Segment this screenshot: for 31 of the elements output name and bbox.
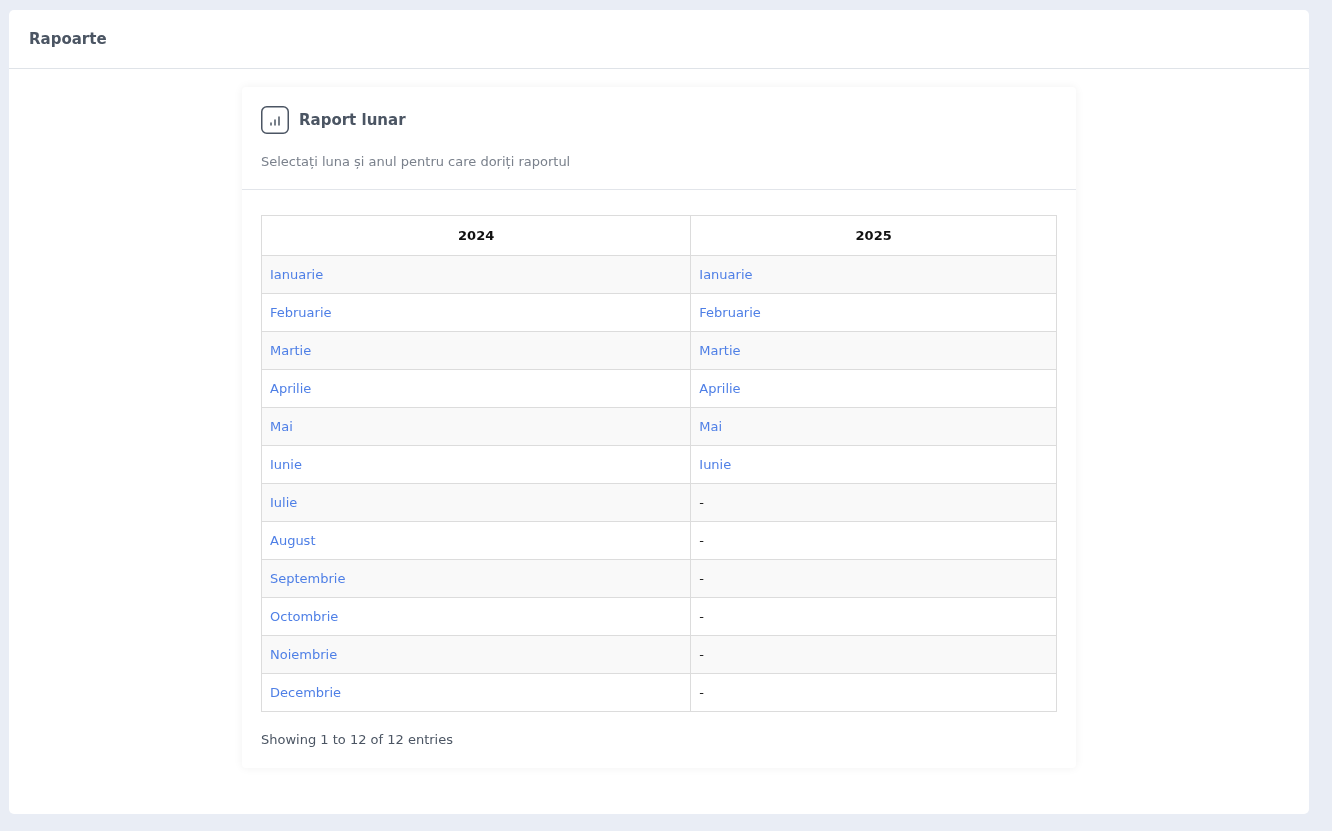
- month-link[interactable]: Aprilie: [699, 381, 741, 396]
- month-link[interactable]: Ianuarie: [699, 267, 753, 282]
- month-link[interactable]: Mai: [270, 419, 293, 434]
- month-link[interactable]: Iulie: [270, 495, 298, 510]
- month-link[interactable]: Februarie: [699, 305, 761, 320]
- month-link[interactable]: August: [270, 533, 316, 548]
- table-info: Showing 1 to 12 of 12 entries: [261, 732, 453, 747]
- month-link[interactable]: Martie: [270, 343, 312, 358]
- month-link[interactable]: Octombrie: [270, 609, 339, 624]
- card-title: Raport lunar: [299, 111, 406, 129]
- table-cell: -: [699, 533, 704, 548]
- month-link[interactable]: Decembrie: [270, 685, 342, 700]
- card-subtitle: Selectați luna și anul pentru care doriți raportul: [261, 153, 572, 171]
- table-cell: -: [699, 571, 704, 586]
- table-cell: -: [699, 685, 704, 700]
- month-link[interactable]: Septembrie: [270, 571, 346, 586]
- column-header: 2024: [261, 215, 691, 256]
- page-title: Rapoarte: [29, 30, 107, 48]
- month-link[interactable]: Mai: [699, 419, 723, 434]
- table-cell: -: [699, 647, 704, 662]
- column-header: 2025: [690, 215, 1057, 256]
- bar-chart-icon: [261, 106, 289, 134]
- month-link[interactable]: Aprilie: [270, 381, 312, 396]
- month-link[interactable]: Iunie: [699, 457, 732, 472]
- table-cell: -: [699, 495, 704, 510]
- month-link[interactable]: Februarie: [270, 305, 332, 320]
- month-link[interactable]: Noiembrie: [270, 647, 338, 662]
- month-link[interactable]: Ianuarie: [270, 267, 324, 282]
- month-link[interactable]: Iunie: [270, 457, 302, 472]
- table-cell: -: [699, 609, 704, 624]
- month-link[interactable]: Martie: [699, 343, 741, 358]
